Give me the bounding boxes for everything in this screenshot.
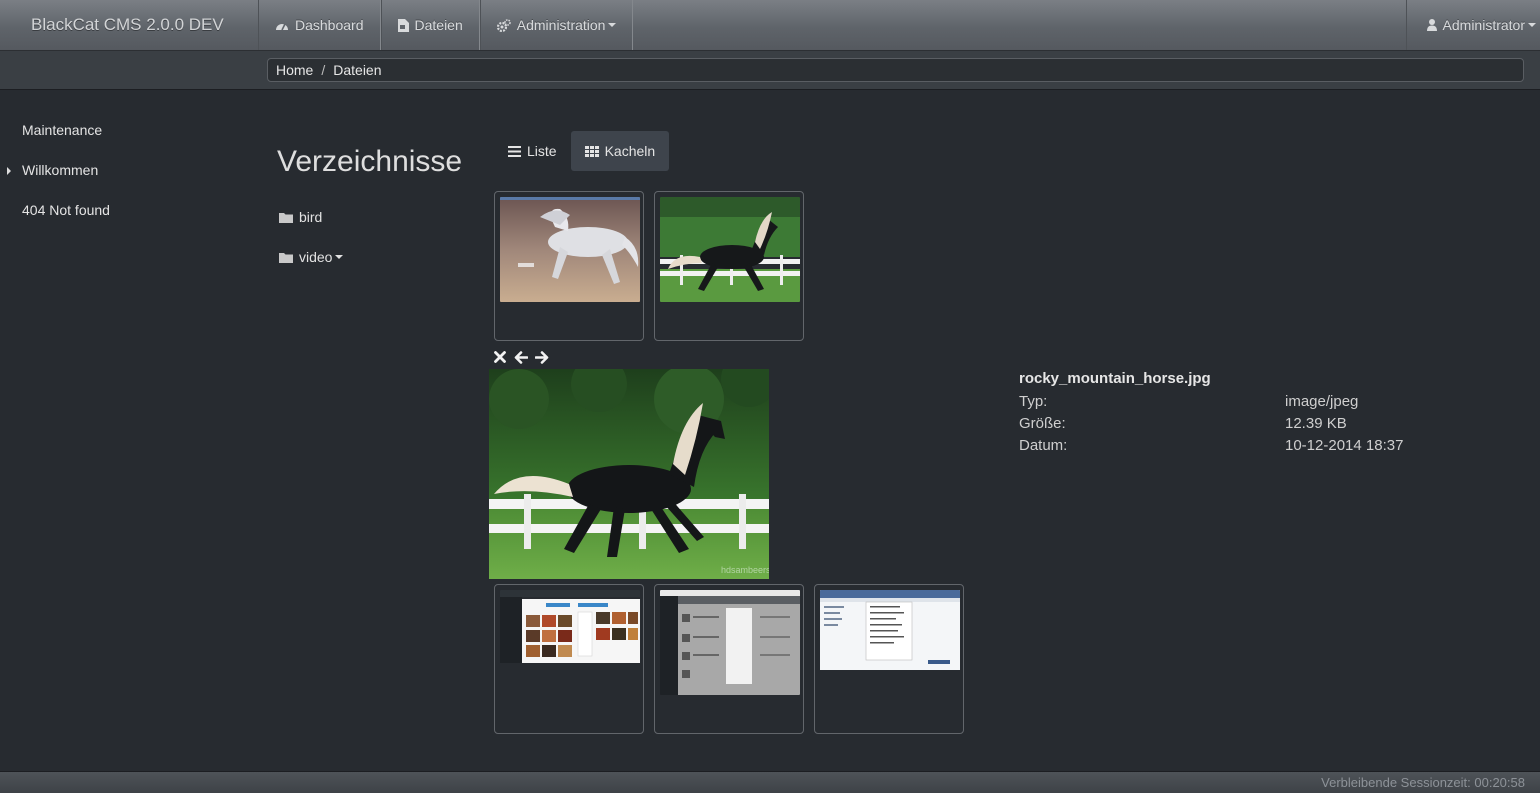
caret-right-icon[interactable] [7, 167, 11, 175]
file-info-value: image/jpeg [1285, 393, 1359, 410]
folder-icon [279, 212, 293, 223]
preview-watermark: hdsambeers [721, 565, 769, 575]
file-icon [397, 18, 409, 32]
nav-files-label: Dateien [414, 17, 463, 33]
session-timer: Verbleibende Sessionzeit: 00:20:58 [1321, 775, 1525, 790]
thumbnail-image [500, 590, 640, 695]
sidebar: Maintenance Willkommen 404 Not found [0, 110, 240, 230]
preview-controls [492, 348, 550, 366]
file-info-key: Größe: [1019, 415, 1066, 432]
file-info-row: Typ: image/jpeg [1019, 391, 1489, 413]
arrow-right-icon[interactable] [534, 348, 550, 366]
directory-title: Verzeichnisse [277, 145, 463, 178]
file-tile[interactable] [654, 584, 804, 734]
breadcrumb-separator: / [321, 62, 326, 78]
directory-label: bird [299, 209, 323, 225]
arrow-left-icon[interactable] [513, 348, 529, 366]
footer: Verbleibende Sessionzeit: 00:20:58 [0, 771, 1540, 793]
file-info-row: Größe: 12.39 KB [1019, 413, 1489, 435]
file-info: rocky_mountain_horse.jpg Typ: image/jpeg… [1019, 370, 1489, 457]
nav-administration-label: Administration [516, 17, 606, 33]
grid-icon [584, 145, 599, 157]
preview-image: hdsambeers [489, 369, 769, 579]
file-info-key: Typ: [1019, 393, 1048, 410]
file-info-row: Datum: 10-12-2014 18:37 [1019, 435, 1489, 457]
sidebar-item-label: 404 Not found [22, 202, 110, 218]
list-icon [508, 145, 521, 157]
file-info-key: Datum: [1019, 437, 1068, 454]
chevron-down-icon [608, 23, 617, 27]
user-menu[interactable]: Administrator [1405, 0, 1540, 50]
breadcrumb-current: Dateien [333, 62, 382, 78]
file-tile[interactable] [654, 191, 804, 341]
view-list-button[interactable]: Liste [494, 131, 571, 171]
directory-label: video [299, 249, 333, 265]
view-list-label: Liste [527, 143, 557, 159]
file-tile[interactable] [814, 584, 964, 734]
file-tile[interactable] [494, 584, 644, 734]
sidebar-item-label: Willkommen [22, 162, 99, 178]
thumbnail-image [660, 590, 800, 695]
view-tiles-button[interactable]: Kacheln [570, 131, 670, 171]
user-icon [1426, 19, 1437, 31]
sidebar-item-willkommen[interactable]: Willkommen [0, 150, 240, 190]
close-icon[interactable] [492, 348, 508, 366]
user-menu-label: Administrator [1442, 17, 1525, 33]
breadcrumb-home[interactable]: Home [276, 62, 313, 78]
nav-dashboard[interactable]: Dashboard [258, 0, 381, 50]
view-tiles-label: Kacheln [604, 143, 656, 159]
thumbnail-image [500, 197, 640, 302]
thumbnail-image [660, 197, 800, 302]
nav-administration[interactable]: Administration [479, 0, 634, 50]
directory-item-video[interactable]: video [277, 237, 462, 277]
breadcrumb: Home / Dateien [267, 58, 1524, 82]
top-navbar: BlackCat CMS 2.0.0 DEV Dashboard Dateien… [0, 0, 1540, 51]
brand-title[interactable]: BlackCat CMS 2.0.0 DEV [0, 0, 258, 50]
file-info-value: 12.39 KB [1285, 415, 1347, 432]
dashboard-icon [275, 19, 289, 31]
chevron-down-icon [1528, 23, 1536, 27]
sidebar-item-404[interactable]: 404 Not found [0, 190, 240, 230]
cogs-icon [496, 18, 511, 32]
directory-panel: Verzeichnisse bird video [277, 145, 462, 277]
breadcrumb-bar: Home / Dateien [0, 51, 1540, 90]
view-toggle: Liste Kacheln [494, 131, 670, 171]
sidebar-item-label: Maintenance [22, 122, 103, 138]
file-tile[interactable] [494, 191, 644, 341]
nav-dashboard-label: Dashboard [295, 17, 364, 33]
folder-icon [279, 252, 293, 263]
nav-files[interactable]: Dateien [380, 0, 480, 50]
file-name: rocky_mountain_horse.jpg [1019, 370, 1211, 387]
sidebar-item-maintenance[interactable]: Maintenance [0, 110, 240, 150]
thumbnail-image [820, 590, 960, 695]
file-info-value: 10-12-2014 18:37 [1285, 437, 1404, 454]
chevron-down-icon[interactable] [335, 255, 344, 259]
directory-item-bird[interactable]: bird [277, 197, 462, 237]
